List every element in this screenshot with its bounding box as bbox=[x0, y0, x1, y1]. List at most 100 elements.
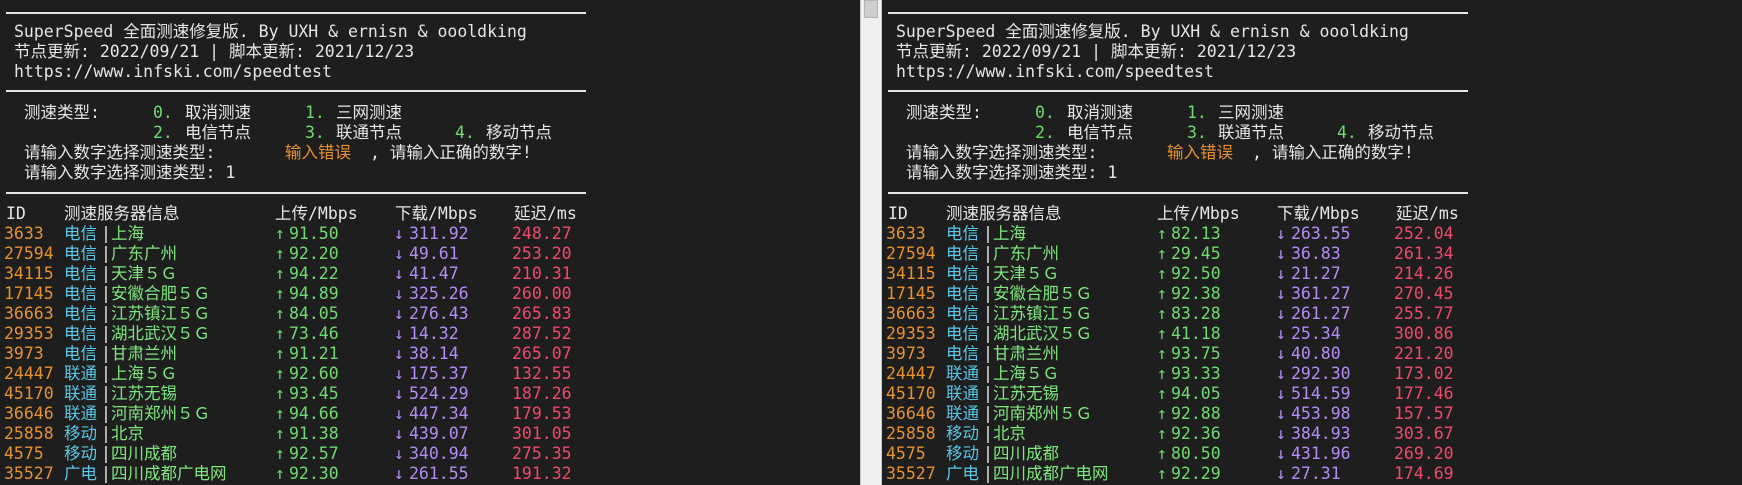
table-row: 45170 联通 | 江苏无锡 ↑ 94.05 ↓ 514.59 177.46 bbox=[882, 384, 1482, 404]
menu-option-num: 4. bbox=[1337, 123, 1357, 142]
error-message: 输入错误 bbox=[285, 143, 351, 162]
row-latency: 187.26 bbox=[512, 384, 572, 403]
down-arrow-icon: ↓ bbox=[1276, 444, 1286, 463]
row-download: 263.55 bbox=[1291, 224, 1351, 243]
row-location: 天津５Ｇ bbox=[111, 264, 177, 283]
row-latency: 179.53 bbox=[512, 404, 572, 423]
separator-line bbox=[888, 90, 1468, 92]
row-id: 29353 bbox=[4, 324, 54, 343]
row-location: 湖北武汉５Ｇ bbox=[111, 324, 210, 343]
row-download: 524.29 bbox=[409, 384, 469, 403]
terminal-pane-right[interactable]: SuperSpeed 全面测速修复版. By UXH & ernisn & oo… bbox=[882, 0, 1742, 485]
pipe-separator: | bbox=[983, 264, 993, 283]
row-upload: 29.45 bbox=[1171, 244, 1221, 263]
row-download: 36.83 bbox=[1291, 244, 1341, 263]
menu-prompt: 请输入数字选择测速类型: bbox=[906, 143, 1098, 162]
row-latency: 252.04 bbox=[1394, 224, 1454, 243]
separator-line bbox=[6, 90, 586, 92]
up-arrow-icon: ↑ bbox=[1157, 344, 1167, 363]
row-location: 河南郑州５Ｇ bbox=[993, 404, 1092, 423]
row-id: 34115 bbox=[886, 264, 936, 283]
row-latency: 132.55 bbox=[512, 364, 572, 383]
menu-option-num: 0. bbox=[153, 103, 173, 122]
row-location: 四川成都广电网 bbox=[993, 464, 1109, 483]
pipe-separator: | bbox=[983, 284, 993, 303]
row-id: 29353 bbox=[886, 324, 936, 343]
table-row: 4575 移动 | 四川成都 ↑ 92.57 ↓ 340.94 275.35 bbox=[0, 444, 600, 464]
pipe-separator: | bbox=[101, 284, 111, 303]
row-id: 27594 bbox=[4, 244, 54, 263]
pipe-separator: | bbox=[983, 424, 993, 443]
menu-prompt-input: 请输入数字选择测速类型: 1 bbox=[906, 163, 1118, 182]
menu-label: 测速类型: bbox=[24, 103, 100, 122]
up-arrow-icon: ↑ bbox=[1157, 304, 1167, 323]
row-location: 江苏无锡 bbox=[111, 384, 177, 403]
row-isp: 联通 bbox=[64, 404, 97, 423]
table-header-col-latency: 延迟/ms bbox=[1396, 204, 1459, 223]
menu-option-label: 联通节点 bbox=[336, 123, 402, 142]
row-id: 25858 bbox=[886, 424, 936, 443]
down-arrow-icon: ↓ bbox=[1276, 464, 1286, 483]
row-location: 上海５Ｇ bbox=[993, 364, 1059, 383]
down-arrow-icon: ↓ bbox=[1276, 424, 1286, 443]
row-latency: 248.27 bbox=[512, 224, 572, 243]
table-row: 34115 电信 | 天津５Ｇ ↑ 94.22 ↓ 41.47 210.31 bbox=[0, 264, 600, 284]
table-row: 29353 电信 | 湖北武汉５Ｇ ↑ 41.18 ↓ 25.34 300.86 bbox=[882, 324, 1482, 344]
down-arrow-icon: ↓ bbox=[1276, 284, 1286, 303]
row-isp: 联通 bbox=[64, 384, 97, 403]
scrollbar-thumb[interactable] bbox=[864, 0, 878, 18]
pipe-separator: | bbox=[101, 304, 111, 323]
row-location: 四川成都 bbox=[993, 444, 1059, 463]
terminal-pane-left[interactable]: SuperSpeed 全面测速修复版. By UXH & ernisn & oo… bbox=[0, 0, 860, 485]
row-id: 45170 bbox=[4, 384, 54, 403]
up-arrow-icon: ↑ bbox=[275, 284, 285, 303]
window-divider[interactable] bbox=[860, 0, 882, 485]
pipe-separator: | bbox=[101, 444, 111, 463]
pipe-separator: | bbox=[101, 224, 111, 243]
row-upload: 73.46 bbox=[289, 324, 339, 343]
row-location: 安徽合肥５Ｇ bbox=[111, 284, 210, 303]
pipe-separator: | bbox=[101, 404, 111, 423]
menu-option-label: 取消测速 bbox=[1067, 103, 1133, 122]
row-id: 45170 bbox=[886, 384, 936, 403]
up-arrow-icon: ↑ bbox=[1157, 244, 1167, 263]
pipe-separator: | bbox=[983, 304, 993, 323]
row-isp: 联通 bbox=[946, 364, 979, 383]
up-arrow-icon: ↑ bbox=[1157, 404, 1167, 423]
menu-label: 测速类型: bbox=[906, 103, 982, 122]
row-download: 261.27 bbox=[1291, 304, 1351, 323]
up-arrow-icon: ↑ bbox=[1157, 384, 1167, 403]
row-isp: 电信 bbox=[64, 224, 97, 243]
row-latency: 174.69 bbox=[1394, 464, 1454, 483]
row-latency: 265.83 bbox=[512, 304, 572, 323]
pipe-separator: | bbox=[101, 464, 111, 483]
screen: SuperSpeed 全面测速修复版. By UXH & ernisn & oo… bbox=[0, 0, 1742, 485]
menu-option-label: 移动节点 bbox=[1368, 123, 1434, 142]
header-title: SuperSpeed 全面测速修复版. By UXH & ernisn & oo… bbox=[14, 22, 527, 41]
table-row: 25858 移动 | 北京 ↑ 91.38 ↓ 439.07 301.05 bbox=[0, 424, 600, 444]
row-location: 安徽合肥５Ｇ bbox=[993, 284, 1092, 303]
row-upload: 92.38 bbox=[1171, 284, 1221, 303]
row-location: 北京 bbox=[111, 424, 144, 443]
row-latency: 255.77 bbox=[1394, 304, 1454, 323]
pipe-separator: | bbox=[983, 464, 993, 483]
up-arrow-icon: ↑ bbox=[275, 304, 285, 323]
row-isp: 电信 bbox=[946, 284, 979, 303]
row-isp: 电信 bbox=[946, 304, 979, 323]
row-download: 325.26 bbox=[409, 284, 469, 303]
row-download: 40.80 bbox=[1291, 344, 1341, 363]
table-row: 36663 电信 | 江苏镇江５Ｇ ↑ 84.05 ↓ 276.43 265.83 bbox=[0, 304, 600, 324]
table-row: 3633 电信 | 上海 ↑ 82.13 ↓ 263.55 252.04 bbox=[882, 224, 1482, 244]
table-header-col-upload: 上传/Mbps bbox=[275, 204, 358, 223]
up-arrow-icon: ↑ bbox=[275, 244, 285, 263]
row-latency: 253.20 bbox=[512, 244, 572, 263]
row-location: 四川成都广电网 bbox=[111, 464, 227, 483]
up-arrow-icon: ↑ bbox=[275, 364, 285, 383]
down-arrow-icon: ↓ bbox=[394, 224, 404, 243]
row-upload: 91.21 bbox=[289, 344, 339, 363]
row-isp: 广电 bbox=[64, 464, 97, 483]
row-isp: 联通 bbox=[946, 404, 979, 423]
row-download: 292.30 bbox=[1291, 364, 1351, 383]
menu-option-num: 4. bbox=[455, 123, 475, 142]
down-arrow-icon: ↓ bbox=[394, 444, 404, 463]
